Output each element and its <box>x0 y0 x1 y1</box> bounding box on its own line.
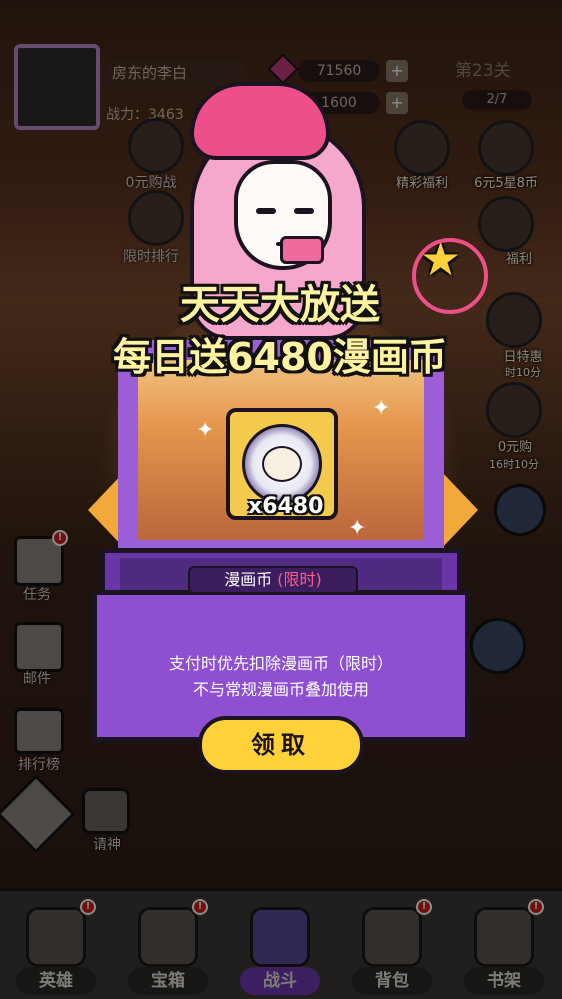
daily-gift-popup: ★ ✦ ✦ ✦ 天天大放送 每日送6480漫画币 x6480 漫画币 (限时) … <box>0 0 562 999</box>
sparkle-icon: ✦ <box>372 396 391 421</box>
sparkle-icon: ✦ <box>348 516 367 541</box>
character-bow <box>280 236 324 264</box>
reward-desc-line1: 支付时优先扣除漫画币（限时） <box>168 654 393 673</box>
reward-item-name: 漫画币 (限时) <box>188 566 358 594</box>
popup-title-line1: 天天大放送 <box>180 282 380 328</box>
character-eye-right <box>294 208 314 214</box>
ribbon-right <box>440 470 478 550</box>
character-beret <box>190 82 330 160</box>
reward-limited-tag: (限时) <box>277 570 322 589</box>
sparkle-icon: ✦ <box>196 418 215 443</box>
reward-quantity: x6480 <box>248 494 324 519</box>
reward-name-text: 漫画币 <box>224 570 273 589</box>
popup-title-line2: 每日送6480漫画币 <box>113 335 447 379</box>
coin-face-icon <box>262 446 302 482</box>
reward-desc-line2: 不与常规漫画币叠加使用 <box>192 680 369 699</box>
character-eye-left <box>256 208 276 214</box>
game-screen: 房东的李白 战力：3463 71560 + 1600 + 第23关 2/7 0元… <box>0 0 562 999</box>
claim-button[interactable]: 领取 <box>198 716 364 774</box>
